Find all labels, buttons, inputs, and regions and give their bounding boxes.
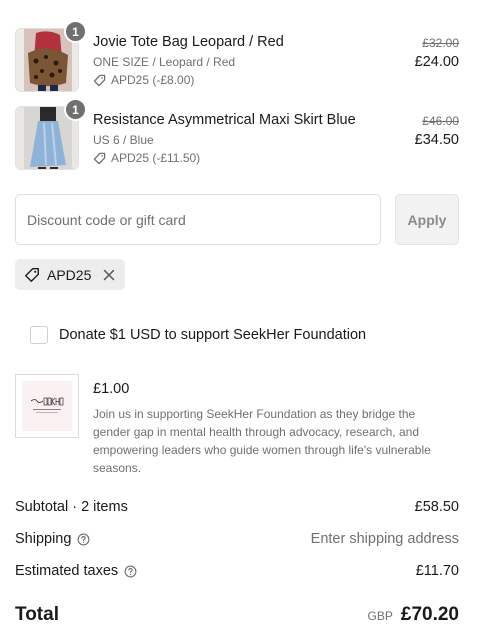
original-price: £46.00	[422, 114, 459, 128]
total-currency: GBP	[367, 609, 393, 623]
shipping-label-group: Shipping	[15, 531, 90, 547]
discount-label: APD25 (-£8.00)	[111, 73, 195, 87]
applied-discount-chip: APD25	[15, 259, 126, 290]
discounted-price: £24.00	[414, 54, 459, 70]
product-title: Jovie Tote Bag Leopard / Red	[93, 34, 284, 50]
close-icon[interactable]	[102, 268, 116, 282]
line-item: 1 Jovie Tote Bag Leopard / Red ONE SIZE …	[0, 20, 495, 96]
donation-price: £1.00	[93, 381, 130, 397]
product-variant: ONE SIZE / Leopard / Red	[93, 55, 236, 69]
apply-button[interactable]: Apply	[395, 194, 459, 245]
total-label: Total	[15, 604, 59, 625]
subtotal-label: Subtotal · 2 items	[15, 499, 128, 515]
donation-description: Join us in supporting SeekHer Foundation…	[93, 407, 431, 475]
taxes-label: Estimated taxes	[15, 563, 119, 579]
product-variant: US 6 / Blue	[93, 133, 154, 147]
original-price: £32.00	[422, 36, 459, 50]
product-discount: APD25 (-£8.00)	[93, 73, 194, 87]
shipping-value: Enter shipping address	[310, 531, 459, 547]
total-row: Total GBP £70.20	[15, 604, 459, 626]
tag-icon	[93, 74, 106, 87]
tag-icon	[93, 152, 106, 165]
total-amount-group: GBP £70.20	[368, 604, 459, 626]
seekher-logo-icon	[22, 381, 72, 431]
product-thumbnail-wrapper: 1	[15, 98, 87, 170]
shipping-label: Shipping	[15, 531, 72, 547]
donation-checkbox[interactable]	[30, 326, 48, 344]
subtotal-row: Subtotal · 2 items £58.50	[15, 499, 459, 515]
product-discount: APD25 (-£11.50)	[93, 151, 200, 165]
help-icon[interactable]	[77, 533, 90, 546]
donation-option: Donate $1 USD to support SeekHer Foundat…	[30, 326, 366, 344]
taxes-value: £11.70	[415, 563, 459, 579]
quantity-badge: 1	[64, 20, 87, 43]
subtotal-value: £58.50	[414, 499, 459, 515]
line-item: 1 Resistance Asymmetrical Maxi Skirt Blu…	[0, 98, 495, 174]
help-icon[interactable]	[124, 565, 137, 578]
total-value: £70.20	[400, 604, 459, 625]
discounted-price: £34.50	[414, 132, 459, 148]
product-thumbnail-wrapper: 1	[15, 20, 87, 92]
donation-label[interactable]: Donate $1 USD to support SeekHer Foundat…	[59, 327, 366, 343]
quantity-badge: 1	[64, 98, 87, 121]
discount-code-input[interactable]	[15, 194, 381, 245]
tag-icon	[24, 267, 40, 283]
charity-logo	[15, 374, 79, 438]
taxes-row: Estimated taxes £11.70	[15, 563, 459, 579]
discount-label: APD25 (-£11.50)	[111, 151, 201, 165]
product-title: Resistance Asymmetrical Maxi Skirt Blue	[93, 112, 356, 128]
shipping-row: Shipping Enter shipping address	[15, 531, 459, 547]
taxes-label-group: Estimated taxes	[15, 563, 137, 579]
applied-code-label: APD25	[47, 266, 92, 283]
